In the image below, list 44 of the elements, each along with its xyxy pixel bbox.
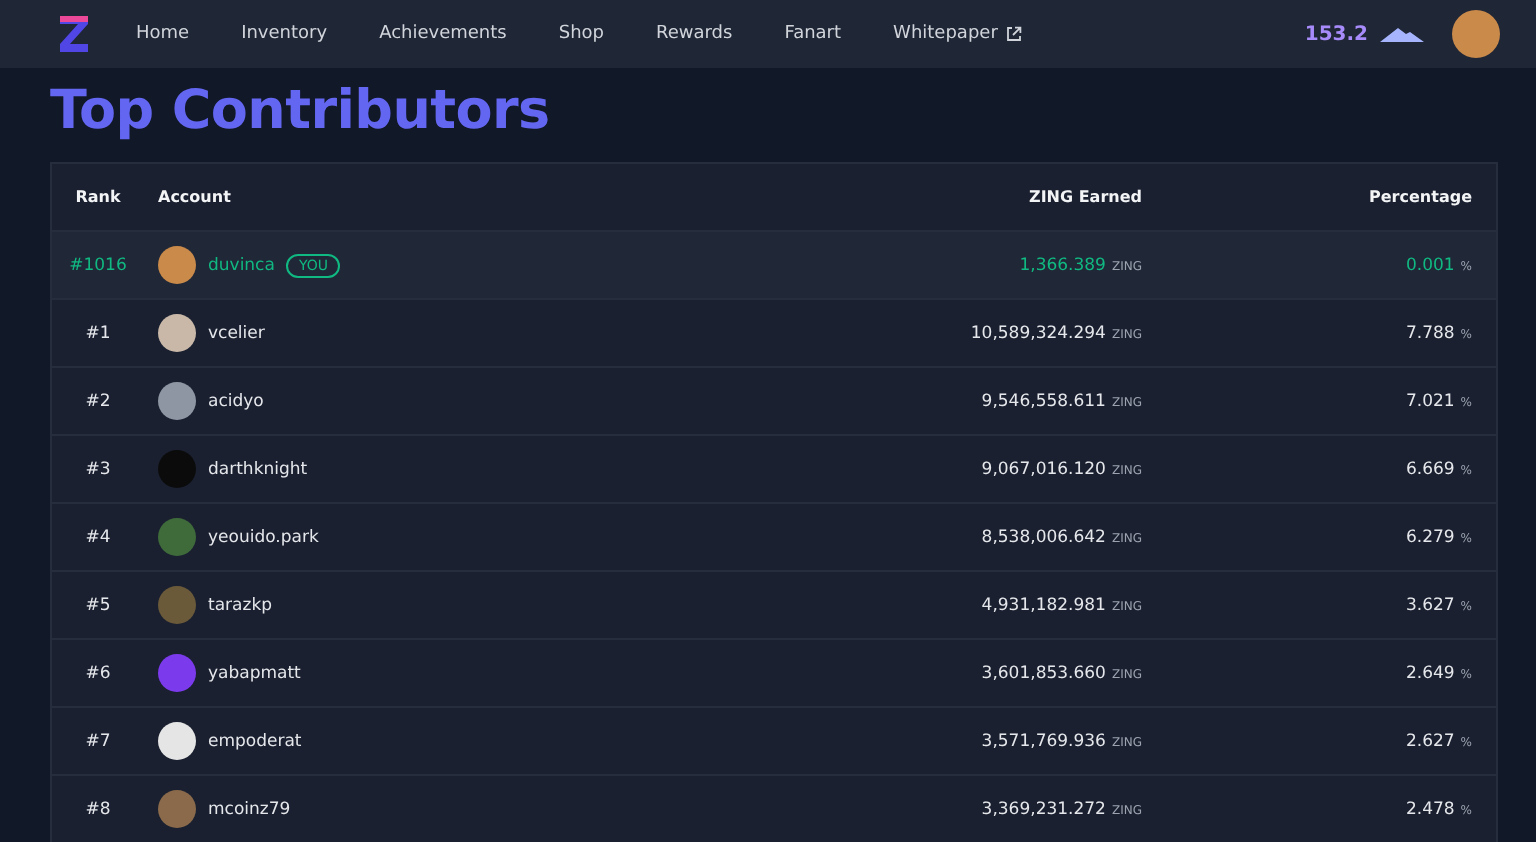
user-avatar bbox=[158, 518, 196, 556]
rank-cell-text: #4 bbox=[83, 527, 113, 547]
column-header: Rank bbox=[73, 188, 123, 206]
nav-link[interactable]: Fanart bbox=[784, 24, 842, 44]
column-header: Account bbox=[156, 188, 233, 206]
account-name[interactable]: acidyo bbox=[208, 391, 264, 411]
account-name[interactable]: empoderat bbox=[208, 731, 302, 751]
logo-icon[interactable] bbox=[56, 12, 92, 56]
rank-cell-text: #3 bbox=[83, 459, 113, 479]
nav-link[interactable]: Home bbox=[136, 24, 190, 44]
column-header: ZING Earned bbox=[1027, 188, 1142, 206]
account-name[interactable]: yabapmatt bbox=[208, 663, 301, 683]
account-name[interactable]: vcelier bbox=[208, 323, 265, 343]
nav-link[interactable]: Achievements bbox=[379, 24, 507, 44]
page-title: Top Contributors bbox=[50, 80, 552, 142]
rank-cell-text: #8 bbox=[83, 799, 113, 819]
user-avatar bbox=[158, 450, 196, 488]
profile-avatar[interactable] bbox=[1452, 10, 1500, 58]
rank-cell-text: #7 bbox=[83, 731, 113, 751]
rank-cell-text: #5 bbox=[83, 595, 113, 615]
account-name[interactable]: duvinca bbox=[208, 255, 275, 275]
mountain-icon bbox=[1380, 26, 1424, 42]
account-name[interactable]: darthknight bbox=[208, 459, 308, 479]
rank-cell-text: #1 bbox=[83, 323, 113, 343]
external-link-icon bbox=[1005, 26, 1022, 42]
user-avatar bbox=[158, 654, 196, 692]
column-header: Percentage bbox=[1367, 188, 1472, 206]
user-avatar bbox=[158, 722, 196, 760]
nav-link[interactable]: Whitepaper bbox=[893, 24, 1022, 44]
account-name[interactable]: yeouido.park bbox=[208, 527, 319, 547]
account-name[interactable]: tarazkp bbox=[208, 595, 273, 615]
rank-cell-text: #1016 bbox=[67, 255, 129, 275]
balance-amount: 153.2 bbox=[1304, 23, 1368, 45]
user-avatar bbox=[158, 314, 196, 352]
nav-link[interactable]: Rewards bbox=[656, 24, 733, 44]
user-avatar bbox=[158, 246, 196, 284]
nav-link[interactable]: Inventory bbox=[241, 24, 328, 44]
user-avatar bbox=[158, 382, 196, 420]
account-name[interactable]: mcoinz79 bbox=[208, 799, 291, 819]
user-avatar bbox=[158, 586, 196, 624]
rank-cell-text: #2 bbox=[83, 391, 113, 411]
rank-cell-text: #6 bbox=[83, 663, 113, 683]
user-avatar bbox=[158, 790, 196, 828]
nav-link[interactable]: Shop bbox=[558, 24, 604, 44]
